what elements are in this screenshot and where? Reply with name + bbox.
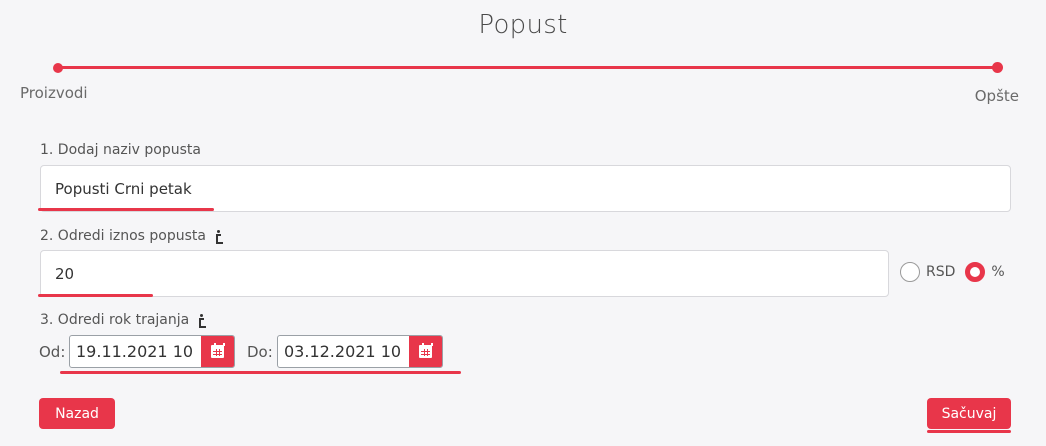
duration-label: 3. Odredi rok trajanja (40, 312, 207, 328)
step-dot-opste[interactable] (992, 62, 1003, 73)
info-icon[interactable] (197, 313, 207, 328)
date-from-value[interactable]: 19.11.2021 10 (76, 342, 193, 361)
stepper-progress-line (58, 66, 998, 69)
step-dot-proizvodi[interactable] (53, 63, 63, 73)
date-to-calendar-button[interactable] (409, 336, 442, 367)
radio-rsd-label[interactable]: RSD (926, 264, 955, 280)
back-button[interactable]: Nazad (39, 398, 115, 429)
date-to-value[interactable]: 03.12.2021 10 (284, 342, 401, 361)
save-button[interactable]: Sačuvaj (927, 398, 1011, 429)
discount-amount-label-text: 2. Odredi iznos popusta (40, 228, 206, 244)
calendar-icon (419, 343, 433, 358)
radio-rsd[interactable] (900, 262, 920, 282)
discount-amount-underline (38, 294, 153, 297)
page-title: Popust (478, 10, 568, 40)
discount-name-underline (38, 208, 214, 211)
calendar-icon (211, 343, 225, 358)
discount-name-label: 1. Dodaj naziv popusta (40, 142, 201, 158)
discount-name-input[interactable]: Popusti Crni petak (40, 165, 1011, 212)
step-label-proizvodi[interactable]: Proizvodi (20, 84, 88, 102)
date-from-input[interactable]: 19.11.2021 10 (69, 335, 235, 368)
radio-percent[interactable] (965, 262, 986, 282)
radio-percent-label[interactable]: % (991, 264, 1004, 280)
date-to-input[interactable]: 03.12.2021 10 (277, 335, 443, 368)
discount-amount-label: 2. Odredi iznos popusta (40, 228, 224, 244)
date-to-label: Do: (247, 343, 273, 361)
date-from-calendar-button[interactable] (201, 336, 234, 367)
step-label-opste[interactable]: Opšte (975, 87, 1019, 105)
date-from-label: Od: (39, 343, 66, 361)
currency-radio-group: RSD % (900, 262, 1005, 282)
discount-amount-input[interactable]: 20 (40, 250, 889, 297)
discount-name-label-text: 1. Dodaj naziv popusta (40, 142, 201, 158)
duration-underline (60, 371, 461, 374)
duration-label-text: 3. Odredi rok trajanja (40, 312, 190, 328)
info-icon[interactable] (214, 229, 224, 244)
save-underline (927, 430, 1011, 433)
